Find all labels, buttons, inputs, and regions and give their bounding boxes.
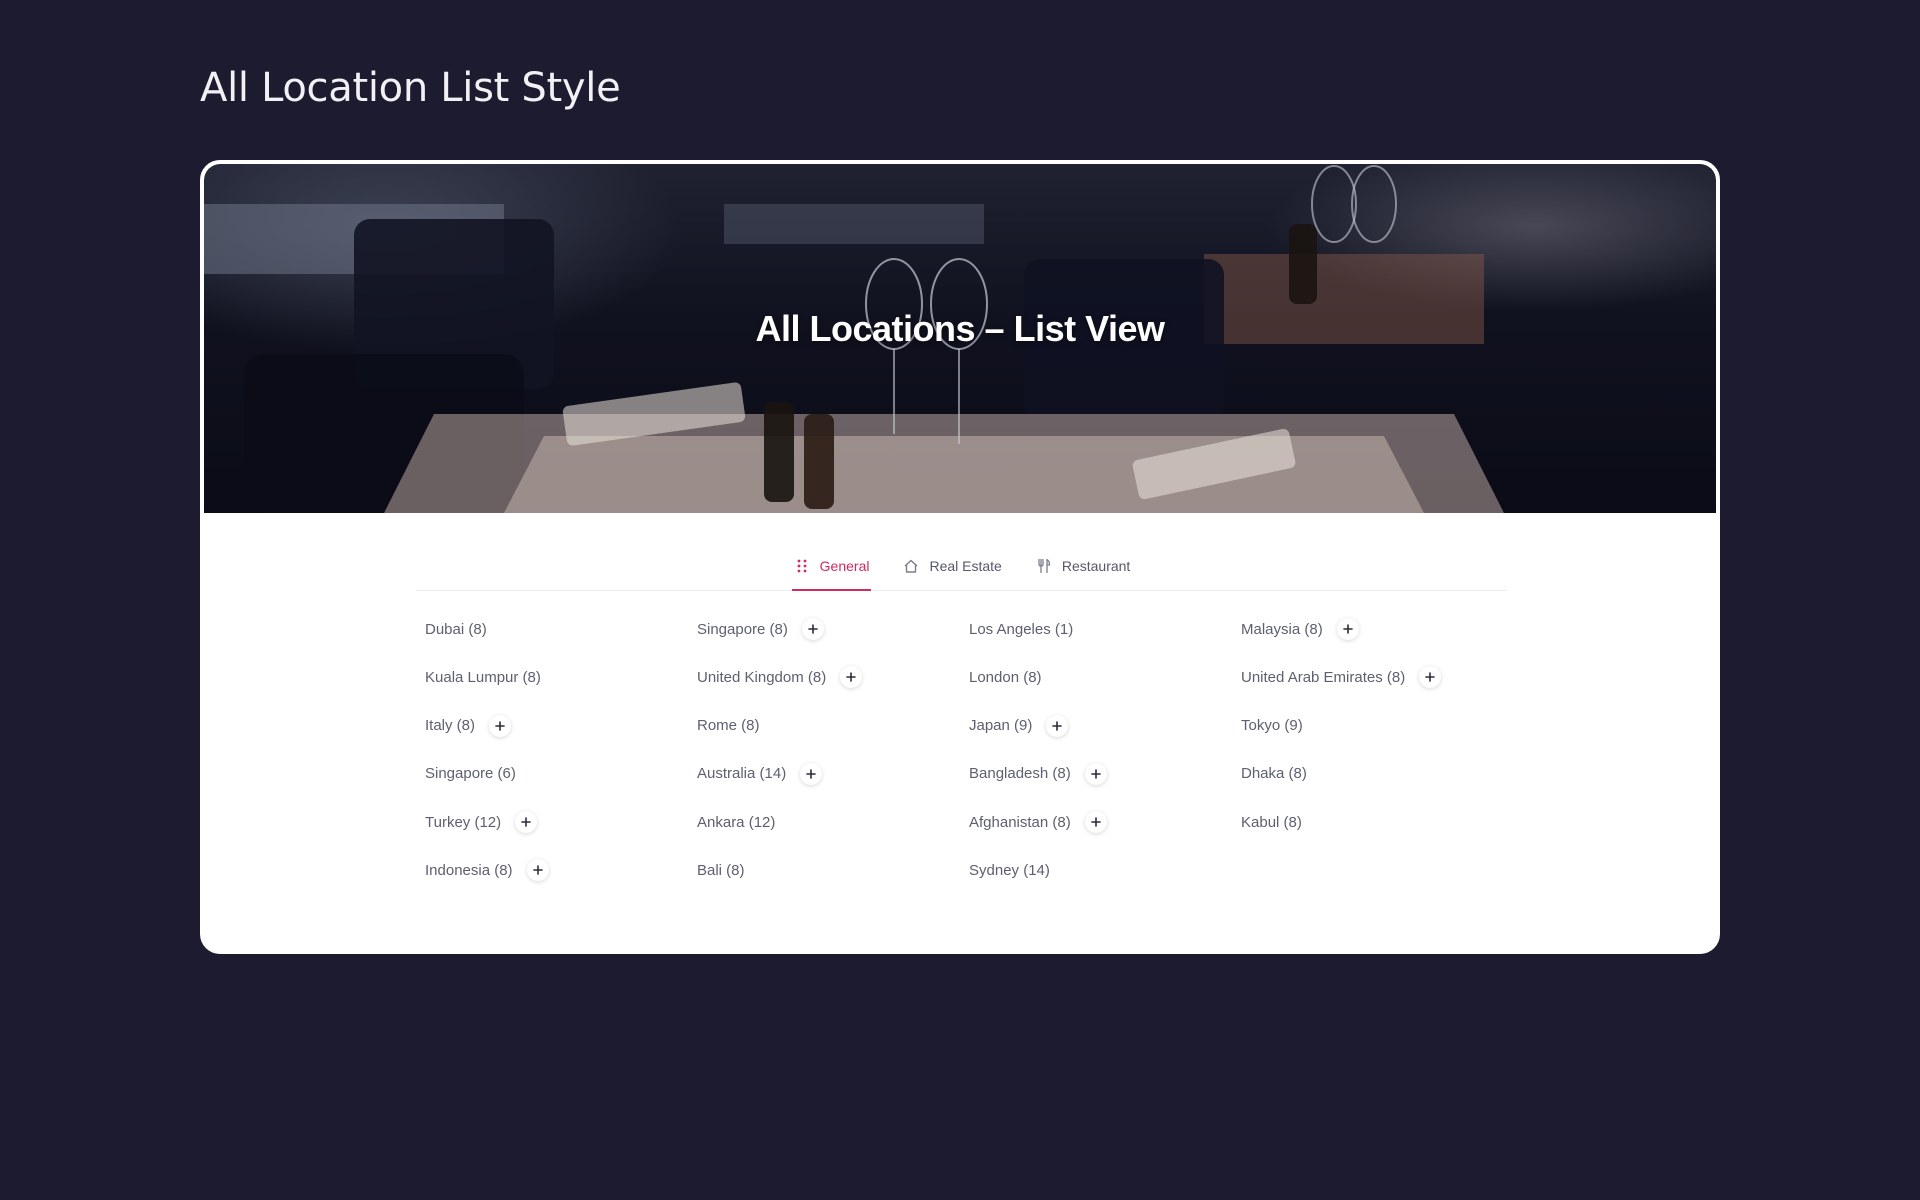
- location-link[interactable]: Kuala Lumpur (8): [425, 669, 541, 686]
- list-item: Tokyo (9): [1241, 702, 1513, 750]
- location-link[interactable]: Malaysia (8): [1241, 621, 1323, 638]
- list-item: Kabul (8): [1241, 798, 1513, 846]
- home-icon: [903, 558, 919, 574]
- location-grid: Dubai (8) Singapore (8) Los Angeles (1) Mal…: [425, 605, 1525, 895]
- location-link[interactable]: Bangladesh (8): [969, 765, 1071, 782]
- list-item: Rome (8): [697, 702, 969, 750]
- location-link[interactable]: Singapore (6): [425, 765, 516, 782]
- location-link[interactable]: Ankara (12): [697, 814, 775, 831]
- list-item: Malaysia (8): [1241, 605, 1513, 653]
- locations-card: All Locations – List View General Real E…: [200, 160, 1720, 954]
- location-link[interactable]: Tokyo (9): [1241, 717, 1303, 734]
- plus-icon: [1052, 720, 1063, 731]
- list-item: Turkey (12): [425, 798, 697, 846]
- expand-button[interactable]: [800, 762, 823, 785]
- location-link[interactable]: Afghanistan (8): [969, 814, 1071, 831]
- expand-button[interactable]: [1336, 618, 1359, 640]
- plus-icon: [1342, 624, 1353, 634]
- plus-icon: [521, 817, 531, 827]
- location-link[interactable]: Kabul (8): [1241, 814, 1302, 831]
- plus-icon: [1090, 817, 1101, 827]
- expand-button[interactable]: [526, 859, 549, 882]
- location-link[interactable]: Rome (8): [697, 717, 760, 734]
- plus-icon: [1090, 769, 1101, 779]
- tab-general[interactable]: General: [791, 542, 872, 591]
- plus-icon: [532, 865, 543, 876]
- list-item: London (8): [969, 653, 1241, 701]
- page-title: All Location List Style: [200, 65, 621, 111]
- tab-label: Restaurant: [1061, 558, 1131, 574]
- banner-title: All Locations – List View: [755, 308, 1165, 349]
- expand-button[interactable]: [840, 666, 863, 689]
- expand-button[interactable]: [1419, 666, 1442, 689]
- list-item: United Arab Emirates (8): [1241, 653, 1513, 701]
- plus-icon: [1425, 672, 1436, 683]
- location-link[interactable]: Dhaka (8): [1241, 765, 1307, 782]
- list-item: Ankara (12): [697, 798, 969, 846]
- location-link[interactable]: London (8): [969, 669, 1042, 686]
- list-item: Indonesia (8): [425, 846, 697, 894]
- list-item: Italy (8): [425, 702, 697, 750]
- location-link[interactable]: Indonesia (8): [425, 862, 513, 879]
- location-link[interactable]: Singapore (8): [697, 621, 788, 638]
- tab-restaurant[interactable]: Restaurant: [1034, 542, 1132, 590]
- category-tabs: General Real Estate Restaurant: [417, 542, 1507, 591]
- tab-label: Real Estate: [929, 558, 1002, 574]
- banner: All Locations – List View: [204, 164, 1716, 513]
- list-item: Singapore (8): [697, 605, 969, 653]
- expand-button[interactable]: [1046, 714, 1069, 737]
- fork-knife-icon: [1036, 558, 1052, 574]
- plus-icon: [806, 769, 817, 779]
- location-link[interactable]: United Kingdom (8): [697, 669, 826, 686]
- plus-icon: [495, 720, 505, 731]
- expand-button[interactable]: [489, 714, 512, 737]
- list-item: Dubai (8): [425, 605, 697, 653]
- list-item: Afghanistan (8): [969, 798, 1241, 846]
- plus-icon: [808, 624, 818, 634]
- location-link[interactable]: Japan (9): [969, 717, 1032, 734]
- location-link[interactable]: Los Angeles (1): [969, 621, 1073, 638]
- location-link[interactable]: Bali (8): [697, 862, 745, 879]
- location-link[interactable]: Dubai (8): [425, 621, 487, 638]
- tab-label: General: [819, 558, 870, 574]
- tab-real-estate[interactable]: Real Estate: [901, 542, 1003, 590]
- location-link[interactable]: Sydney (14): [969, 862, 1050, 879]
- list-item: Japan (9): [969, 702, 1241, 750]
- location-link[interactable]: Turkey (12): [425, 814, 501, 831]
- list-item: Kuala Lumpur (8): [425, 653, 697, 701]
- list-item: Bangladesh (8): [969, 750, 1241, 798]
- location-link[interactable]: United Arab Emirates (8): [1241, 669, 1405, 686]
- grid-dots-icon: [794, 558, 810, 574]
- expand-button[interactable]: [1084, 811, 1107, 834]
- expand-button[interactable]: [1084, 762, 1107, 785]
- list-item: Dhaka (8): [1241, 750, 1513, 798]
- location-link[interactable]: Italy (8): [425, 717, 475, 734]
- plus-icon: [846, 672, 857, 683]
- list-item: Bali (8): [697, 846, 969, 894]
- expand-button[interactable]: [801, 618, 824, 640]
- list-item: Singapore (6): [425, 750, 697, 798]
- list-item: Los Angeles (1): [969, 605, 1241, 653]
- list-item: United Kingdom (8): [697, 653, 969, 701]
- list-item: Sydney (14): [969, 846, 1241, 894]
- list-item: Australia (14): [697, 750, 969, 798]
- expand-button[interactable]: [515, 811, 538, 834]
- location-link[interactable]: Australia (14): [697, 765, 786, 782]
- empty-cell: [1241, 846, 1513, 894]
